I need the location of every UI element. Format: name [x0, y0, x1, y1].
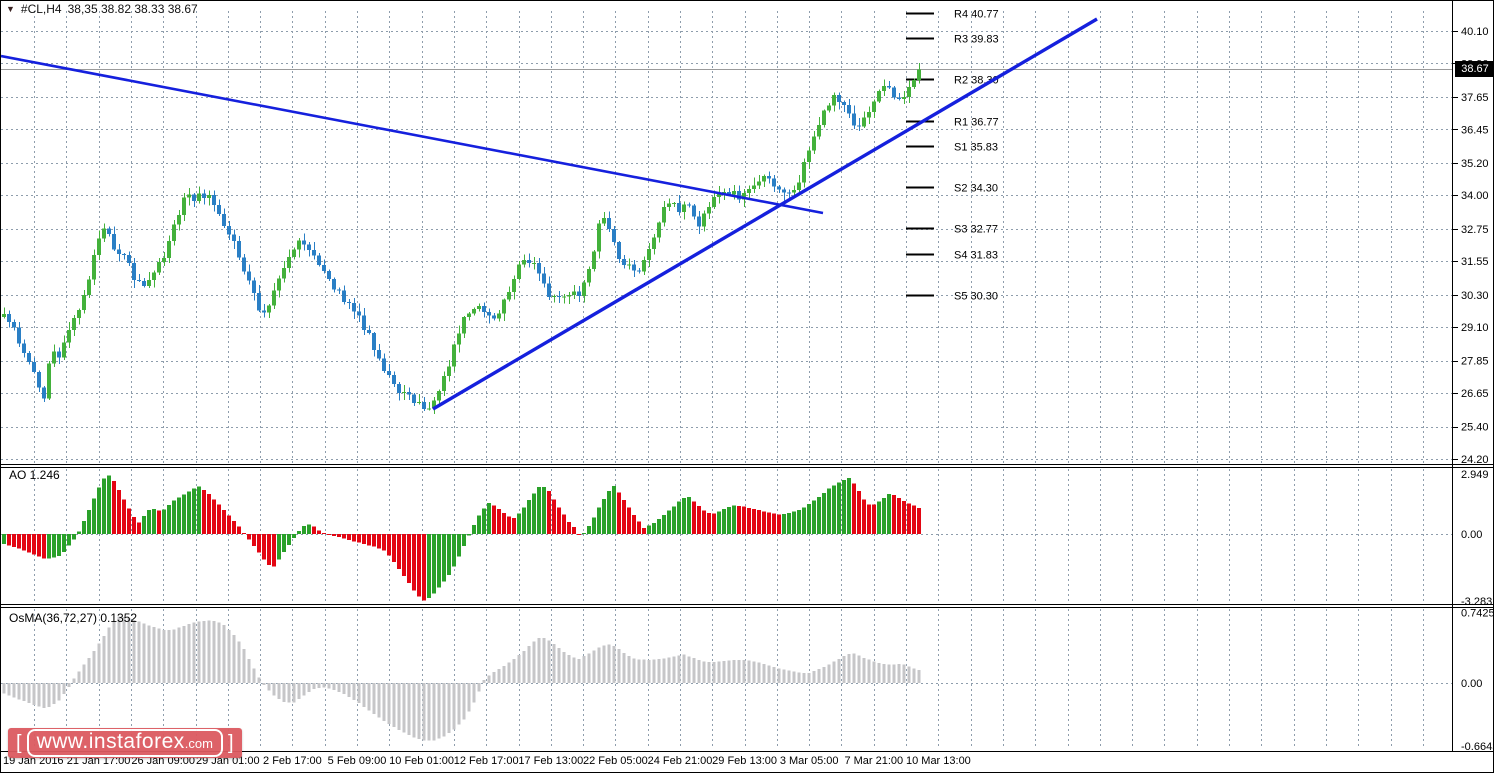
symbol-dropdown-icon[interactable]: ▼ [6, 3, 15, 15]
svg-text:R4 40.77: R4 40.77 [954, 9, 999, 21]
svg-text:40.10: 40.10 [1461, 26, 1489, 38]
current-price-badge: 38.67 [1455, 61, 1493, 77]
svg-text:34.00: 34.00 [1461, 190, 1489, 202]
svg-text:12 Feb 17:00: 12 Feb 17:00 [454, 755, 519, 767]
svg-text:32.75: 32.75 [1461, 224, 1489, 236]
svg-text:2.949: 2.949 [1461, 469, 1489, 481]
svg-text:R1 36.77: R1 36.77 [954, 117, 999, 129]
svg-text:S1 35.83: S1 35.83 [954, 142, 998, 154]
instaforex-banner[interactable]: [ www.instaforex .com ] [8, 728, 242, 758]
svg-text:3 Mar 05:00: 3 Mar 05:00 [780, 755, 839, 767]
svg-text:27.85: 27.85 [1461, 356, 1489, 368]
svg-text:29.10: 29.10 [1461, 322, 1489, 334]
svg-text:0.00: 0.00 [1461, 678, 1482, 690]
svg-text:S2 34.30: S2 34.30 [954, 183, 998, 195]
svg-text:29 Feb 13:00: 29 Feb 13:00 [712, 755, 777, 767]
svg-text:S3 32.77: S3 32.77 [954, 224, 998, 236]
banner-domain-text: www.instaforex [36, 730, 185, 753]
price-chart-canvas[interactable]: R4 40.77R3 39.83R2 38.30R1 36.77S1 35.83… [1, 1, 1494, 773]
svg-text:26.65: 26.65 [1461, 388, 1489, 400]
svg-text:5 Feb 09:00: 5 Feb 09:00 [328, 755, 387, 767]
symbol-label: #CL,H4 [20, 2, 62, 16]
svg-text:2 Feb 17:00: 2 Feb 17:00 [263, 755, 322, 767]
svg-text:36.45: 36.45 [1461, 124, 1489, 136]
svg-text:25.40: 25.40 [1461, 422, 1489, 434]
osma-indicator-label: OsMA(36,72,27) 0.1352 [9, 611, 138, 625]
chart-window: R4 40.77 R3 39.83 R2 38.30 R1 36.77 S1 35.83… [0, 0, 1494, 773]
svg-text:R3 39.83: R3 39.83 [954, 34, 999, 46]
svg-text:7 Mar 21:00: 7 Mar 21:00 [844, 755, 903, 767]
svg-text:30.30: 30.30 [1461, 290, 1489, 302]
ohlc-readout: 38,35 38.82 38.33 38.67 [67, 2, 198, 16]
svg-text:S5 30.30: S5 30.30 [954, 291, 998, 303]
ao-indicator-label: AO 1.246 [9, 468, 60, 482]
svg-text:31.55: 31.55 [1461, 256, 1489, 268]
svg-text:24 Feb 21:00: 24 Feb 21:00 [648, 755, 713, 767]
svg-text:35.20: 35.20 [1461, 158, 1489, 170]
svg-text:-3.283: -3.283 [1461, 596, 1492, 608]
svg-text:S4 31.83: S4 31.83 [954, 250, 998, 262]
banner-url-box: www.instaforex .com [26, 729, 223, 757]
chart-title-bar: ▼ #CL,H4 38,35 38.82 38.33 38.67 [6, 2, 198, 16]
svg-text:0.7425: 0.7425 [1461, 608, 1494, 620]
svg-text:10 Feb 01:00: 10 Feb 01:00 [389, 755, 454, 767]
svg-text:37.65: 37.65 [1461, 92, 1489, 104]
banner-right-bracket: ] [227, 732, 234, 754]
svg-text:17 Feb 13:00: 17 Feb 13:00 [518, 755, 583, 767]
banner-tld-text: .com [184, 736, 213, 751]
svg-text:-0.6643: -0.6643 [1461, 741, 1494, 753]
svg-text:22 Feb 05:00: 22 Feb 05:00 [583, 755, 648, 767]
svg-text:0.00: 0.00 [1461, 529, 1482, 541]
svg-text:24.20: 24.20 [1461, 454, 1489, 466]
svg-text:10 Mar 13:00: 10 Mar 13:00 [906, 755, 971, 767]
banner-left-bracket: [ [16, 732, 22, 754]
